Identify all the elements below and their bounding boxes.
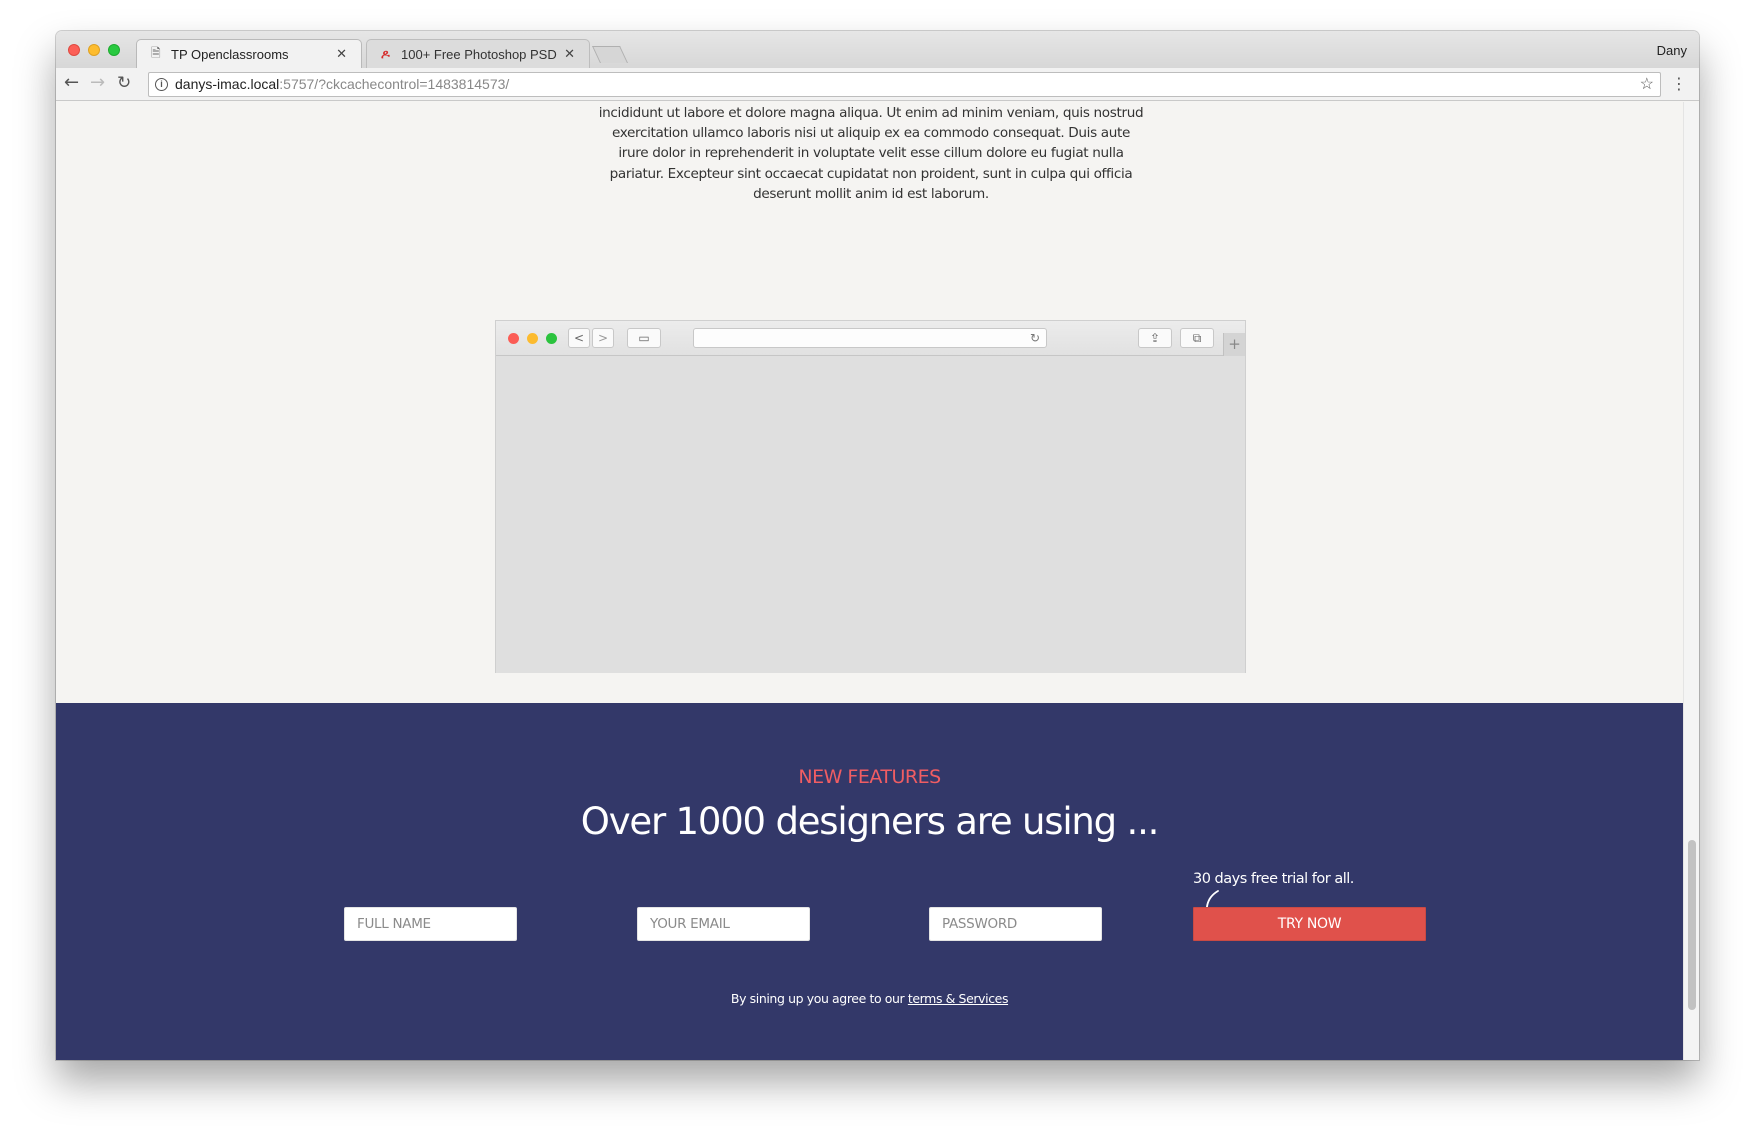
terms-link[interactable]: terms & Services [908,991,1009,1006]
browser-toolbar: ← → ↻ i danys-imac.local:5757/?ckcacheco… [56,68,1699,101]
mock-yellow-dot [527,333,538,344]
close-icon[interactable]: ✕ [564,46,575,62]
section-kicker: NEW FEATURES [798,766,941,788]
lorem-paragraph: incididunt ut labore et dolore magna ali… [598,105,1144,202]
mock-sidebar-icon: ▭ [627,328,661,348]
page-icon: 🗎 [151,45,161,60]
close-icon[interactable]: ✕ [336,46,347,62]
page-viewport: incididunt ut labore et dolore magna ali… [56,102,1683,1060]
tab-label: 100+ Free Photoshop PSD we [401,46,558,62]
try-now-button[interactable]: TRY NOW [1193,907,1426,941]
title-bar: 🗎 TP Openclassrooms ✕ ዶ 100+ Free Photos… [56,31,1699,68]
profile-name[interactable]: Dany [1657,43,1687,58]
full-name-input[interactable] [344,907,517,941]
back-arrow-icon[interactable]: ← [64,73,79,93]
page-scrollbar[interactable] [1683,102,1699,1060]
new-tab-button[interactable] [592,46,628,63]
site-favicon-icon: ዶ [381,46,390,61]
scrollbar-thumb[interactable] [1688,840,1696,1010]
url-rest: :5757/?ckcachecontrol=1483814573/ [279,76,510,92]
address-bar[interactable]: i danys-imac.local:5757/?ckcachecontrol=… [148,72,1661,97]
mock-address-bar: ↻ [693,328,1047,348]
zoom-window-button[interactable] [108,44,120,56]
signup-section: NEW FEATURES Over 1000 designers are usi… [56,703,1683,1060]
mock-share-icon: ⇪ [1138,328,1172,348]
trial-note: 30 days free trial for all. [1193,871,1354,887]
url-host: danys-imac.local [175,76,280,92]
mock-forward-icon: > [592,328,614,348]
bookmark-star-icon[interactable]: ☆ [1640,73,1654,96]
terms-notice: By sining up you agree to our terms & Se… [56,991,1683,1006]
mock-tabs-icon: ⧉ [1180,328,1214,348]
mock-browser-toolbar: < > ▭ ↻ ⇪ ⧉ + [496,321,1245,356]
forward-arrow-icon[interactable]: → [90,73,105,93]
section-heading: Over 1000 designers are using ... [580,800,1160,843]
terms-prefix: By sining up you agree to our [730,991,908,1006]
close-window-button[interactable] [68,44,80,56]
mock-green-dot [546,333,557,344]
tab-tp-openclassrooms[interactable]: 🗎 TP Openclassrooms ✕ [136,39,362,68]
info-icon[interactable]: i [155,78,168,91]
mock-red-dot [508,333,519,344]
mock-browser-illustration: < > ▭ ↻ ⇪ ⧉ + [495,320,1246,673]
browser-window: 🗎 TP Openclassrooms ✕ ዶ 100+ Free Photos… [56,31,1699,1060]
kebab-menu-icon[interactable]: ⋮ [1671,74,1687,93]
password-input[interactable] [929,907,1102,941]
mock-back-icon: < [568,328,590,348]
mock-reload-icon: ↻ [1029,331,1040,345]
mock-plus-icon: + [1223,333,1245,356]
minimize-window-button[interactable] [88,44,100,56]
tab-label: TP Openclassrooms [171,46,289,62]
tab-photoshop-psd[interactable]: ዶ 100+ Free Photoshop PSD we ✕ [366,39,590,68]
reload-icon[interactable]: ↻ [117,73,131,93]
email-input[interactable] [637,907,810,941]
